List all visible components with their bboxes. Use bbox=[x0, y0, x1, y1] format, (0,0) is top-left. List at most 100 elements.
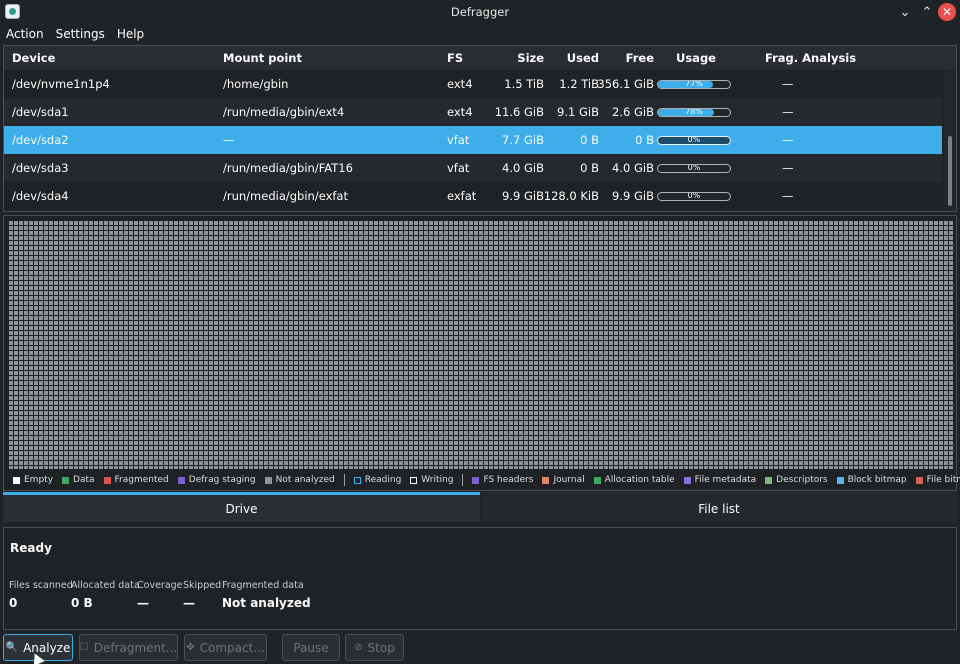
legend-label: Empty bbox=[24, 475, 54, 485]
header-size[interactable]: Size bbox=[484, 46, 544, 70]
header-device[interactable]: Device bbox=[12, 46, 55, 70]
header-fs[interactable]: FS bbox=[447, 46, 463, 70]
free-cell: 4.0 GiB bbox=[612, 161, 654, 175]
header-free[interactable]: Free bbox=[599, 46, 654, 70]
device-cell: /dev/sda2 bbox=[12, 133, 69, 147]
table-scrollbar[interactable] bbox=[944, 70, 956, 211]
mount-point-cell: /run/media/gbin/FAT16 bbox=[223, 161, 353, 175]
defragment-button[interactable]: ☐ Defragment... bbox=[79, 634, 178, 661]
tab-file-list[interactable]: File list bbox=[481, 492, 957, 522]
stat-value: 0 B bbox=[71, 596, 93, 610]
menu-action[interactable]: Action bbox=[0, 26, 50, 44]
usage-percent: 77% bbox=[685, 79, 703, 88]
size-cell: 11.6 GiB bbox=[494, 105, 544, 119]
mount-point-cell: — bbox=[223, 133, 235, 147]
legend-separator bbox=[343, 474, 345, 486]
header-usage[interactable]: Usage bbox=[676, 46, 716, 70]
stat-label: Allocated data bbox=[71, 580, 140, 591]
usage-bar: 0% bbox=[657, 135, 731, 145]
usage-cell: 78% bbox=[657, 98, 731, 126]
stat-coverage: Coverage — bbox=[137, 580, 183, 610]
legend-label: Block bitmap bbox=[847, 475, 907, 485]
maximize-button[interactable]: ⌃ bbox=[918, 3, 936, 21]
free-cell: 9.9 GiB bbox=[612, 189, 654, 203]
table-row[interactable]: /dev/sda2 — vfat 7.7 GiB 0 B 0 B 0% — bbox=[4, 126, 942, 154]
analyze-label: Analyze bbox=[23, 640, 71, 655]
usage-percent: 78% bbox=[685, 107, 703, 116]
mount-point-cell: /run/media/gbin/exfat bbox=[223, 189, 348, 203]
device-cell: /dev/sda3 bbox=[12, 161, 69, 175]
table-header: Device Mount point FS Size Used Free Usa… bbox=[4, 46, 956, 70]
used-cell: 1.2 TiB bbox=[559, 77, 599, 91]
legend-swatch bbox=[915, 476, 923, 484]
size-cell: 9.9 GiB bbox=[502, 189, 544, 203]
stat-value: Not analyzed bbox=[222, 596, 311, 610]
legend-label: Writing bbox=[421, 475, 454, 485]
stat-skipped: Skipped — bbox=[183, 580, 221, 610]
legend-swatch bbox=[264, 476, 272, 484]
device-table: Device Mount point FS Size Used Free Usa… bbox=[3, 45, 957, 212]
frag-analysis-cell: — bbox=[782, 77, 794, 91]
stop-button[interactable]: ⊘ Stop bbox=[345, 634, 404, 661]
used-cell: 9.1 GiB bbox=[557, 105, 599, 119]
usage-percent: 0% bbox=[687, 163, 701, 172]
free-cell: 356.1 GiB bbox=[597, 77, 654, 91]
status-panel: Ready Files scanned 0 Allocated data 0 B… bbox=[3, 527, 957, 630]
legend-label: Fragmented bbox=[114, 475, 169, 485]
legend-label: Defrag staging bbox=[188, 475, 256, 485]
legend-swatch bbox=[836, 476, 844, 484]
pause-button[interactable]: Pause bbox=[282, 634, 340, 661]
header-mount-point[interactable]: Mount point bbox=[223, 46, 302, 70]
legend-label: Allocation table bbox=[604, 475, 675, 485]
block-map-grid bbox=[8, 220, 953, 469]
fs-cell: exfat bbox=[447, 189, 477, 203]
legend-item: Empty bbox=[13, 475, 53, 485]
stat-label: Files scanned bbox=[9, 580, 73, 591]
status-title: Ready bbox=[10, 541, 52, 555]
close-button[interactable]: ✕ bbox=[938, 3, 956, 21]
mount-point-cell: /run/media/gbin/ext4 bbox=[223, 105, 345, 119]
menu-help[interactable]: Help bbox=[111, 26, 150, 44]
legend-label: Not analyzed bbox=[275, 475, 335, 485]
size-cell: 4.0 GiB bbox=[502, 161, 544, 175]
pause-label: Pause bbox=[293, 640, 329, 655]
usage-bar: 78% bbox=[657, 107, 731, 117]
device-cell: /dev/sda4 bbox=[12, 189, 69, 203]
menu-settings[interactable]: Settings bbox=[50, 26, 111, 44]
stat-fragmented-data: Fragmented data Not analyzed bbox=[222, 580, 311, 610]
legend-swatch bbox=[177, 476, 185, 484]
compact-button[interactable]: ✥ Compact... bbox=[184, 634, 267, 661]
mount-point-cell: /home/gbin bbox=[223, 77, 289, 91]
table-row[interactable]: /dev/sda3/run/media/gbin/FAT16 vfat 4.0 Gi… bbox=[4, 154, 942, 182]
legend-label: File metadata bbox=[694, 475, 757, 485]
header-frag-analysis[interactable]: Frag. Analysis bbox=[765, 46, 856, 70]
table-row[interactable]: /dev/nvme1n1p4/home/gbin ext4 1.5 TiB 1.2 T… bbox=[4, 70, 942, 98]
legend-swatch bbox=[103, 476, 111, 484]
legend-item: File metadata bbox=[683, 475, 757, 485]
minimize-button[interactable]: ⌄ bbox=[896, 3, 914, 21]
tab-drive[interactable]: Drive bbox=[3, 492, 480, 522]
usage-cell: 77% bbox=[657, 70, 731, 98]
legend-item: Block bitmap bbox=[836, 475, 907, 485]
legend-separator bbox=[462, 474, 464, 486]
usage-cell: 0% bbox=[657, 182, 731, 210]
title-bar: Defragger ⌄ ⌃ ✕ bbox=[0, 0, 960, 24]
usage-bar: 0% bbox=[657, 163, 731, 173]
header-used[interactable]: Used bbox=[546, 46, 599, 70]
fs-cell: ext4 bbox=[447, 105, 473, 119]
legend-swatch bbox=[13, 476, 20, 484]
legend-label: File bitmap bbox=[926, 475, 960, 485]
scrollbar-thumb[interactable] bbox=[948, 136, 952, 206]
usage-cell: 0% bbox=[657, 126, 731, 154]
compact-label: Compact... bbox=[199, 640, 265, 655]
legend-item: Fragmented bbox=[103, 475, 169, 485]
table-row[interactable]: /dev/sda4/run/media/gbin/exfat exfat 9.9 G… bbox=[4, 182, 942, 210]
legend-item: Not analyzed bbox=[264, 475, 335, 485]
usage-bar: 0% bbox=[657, 191, 731, 201]
table-row[interactable]: /dev/sda1/run/media/gbin/ext4 ext4 11.6 Gi… bbox=[4, 98, 942, 126]
legend-item: File bitmap bbox=[915, 475, 960, 485]
stop-icon: ⊘ bbox=[354, 642, 363, 653]
usage-percent: 0% bbox=[687, 191, 701, 200]
frag-analysis-cell: — bbox=[782, 133, 794, 147]
legend-label: Reading bbox=[364, 475, 402, 485]
